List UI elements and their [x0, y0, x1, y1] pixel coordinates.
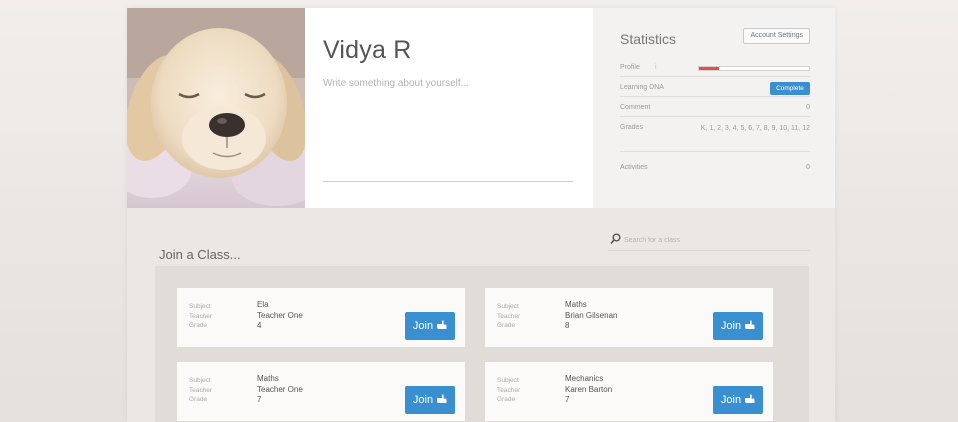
join-button[interactable]: Join [713, 312, 763, 340]
class-search[interactable] [608, 233, 810, 251]
stat-row-comment: Comment 0 [620, 104, 810, 117]
class-field-values: Maths Brian Gilsenan 8 [565, 300, 617, 332]
class-subject: Mechanics [565, 374, 604, 383]
stat-row-learning-dna: Learning DNA Complete [620, 82, 810, 97]
profile-progress-bar [698, 66, 810, 71]
grade-label: Grade [189, 396, 208, 403]
class-field-values: Maths Teacher One 7 [257, 374, 303, 406]
class-teacher: Brian Gilsenan [565, 310, 618, 320]
grade-label: Grade [497, 396, 516, 403]
join-button-label: Join [720, 394, 742, 406]
subject-label: Subject [497, 377, 519, 384]
class-field-values: Mechanics Karen Barton 7 [565, 374, 612, 406]
bio-underline [323, 181, 573, 182]
profile-name: Vidya R [323, 36, 412, 64]
activities-label: Activities [620, 164, 648, 171]
class-card: Subject Teacher Grade Mechanics Karen Ba… [485, 362, 773, 421]
class-subject: Ela [257, 300, 269, 309]
search-icon [610, 233, 621, 245]
class-card: Subject Teacher Grade Maths Brian Gilsen… [485, 288, 773, 347]
class-grade: 8 [565, 321, 570, 330]
info-icon: i [655, 64, 657, 71]
profile-progress-fill [699, 67, 719, 70]
class-field-labels: Subject Teacher Grade [189, 376, 212, 405]
class-card: Subject Teacher Grade Ela Teacher One 4 … [177, 288, 465, 347]
grades-value: K, 1, 2, 3, 4, 5, 6, 7, 8, 9, 10, 11, 12 [700, 125, 810, 132]
class-subject: Maths [565, 300, 587, 309]
teacher-label: Teacher [189, 386, 213, 394]
profile-card: Vidya R Write something about yourself..… [305, 8, 593, 208]
join-button-label: Join [412, 320, 434, 332]
class-grade: 7 [257, 395, 262, 404]
join-button-label: Join [412, 394, 434, 406]
teacher-label: Teacher [497, 386, 521, 394]
hand-pointer-icon [437, 393, 447, 403]
grade-label: Grade [497, 322, 516, 329]
join-button[interactable]: Join [405, 386, 455, 414]
class-card: Subject Teacher Grade Maths Teacher One … [177, 362, 465, 421]
profile-label: Profile [620, 64, 640, 71]
class-list-panel: Subject Teacher Grade Ela Teacher One 4 … [155, 266, 809, 422]
class-teacher: Karen Barton [565, 384, 613, 394]
grades-label: Grades [620, 124, 643, 131]
join-button[interactable]: Join [405, 312, 455, 340]
teacher-label: Teacher [189, 312, 213, 320]
class-teacher: Teacher One [257, 384, 303, 394]
statistics-card: Statistics Account Settings Profile i Le… [593, 8, 835, 208]
hand-pointer-icon [745, 319, 755, 329]
class-field-labels: Subject Teacher Grade [189, 302, 212, 331]
comment-label: Comment [620, 104, 651, 111]
subject-label: Subject [189, 377, 211, 384]
join-button-label: Join [720, 320, 742, 332]
comment-value: 0 [806, 104, 810, 111]
join-class-title: Join a Class... [159, 247, 241, 262]
class-grade: 7 [565, 395, 570, 404]
search-input[interactable] [624, 234, 804, 247]
teacher-label: Teacher [497, 312, 521, 320]
hand-pointer-icon [745, 393, 755, 403]
stat-row-activities: Activities 0 [620, 164, 810, 177]
learning-dna-label: Learning DNA [620, 84, 664, 91]
class-field-labels: Subject Teacher Grade [497, 302, 520, 331]
puppy-photo-image [127, 8, 305, 208]
class-field-values: Ela Teacher One 4 [257, 300, 303, 332]
account-settings-button[interactable]: Account Settings [743, 28, 810, 44]
class-grade: 4 [257, 321, 262, 330]
profile-photo[interactable] [127, 8, 305, 208]
subject-label: Subject [189, 303, 211, 310]
statistics-title: Statistics [620, 31, 677, 47]
class-subject: Maths [257, 374, 279, 383]
subject-label: Subject [497, 303, 519, 310]
class-teacher: Teacher One [257, 310, 303, 320]
join-button[interactable]: Join [713, 386, 763, 414]
app-frame: Vidya R Write something about yourself..… [127, 8, 835, 422]
grade-label: Grade [189, 322, 208, 329]
stat-row-profile: Profile i [620, 64, 810, 77]
profile-bio-field[interactable]: Write something about yourself... [323, 78, 469, 89]
class-field-labels: Subject Teacher Grade [497, 376, 520, 405]
complete-button[interactable]: Complete [770, 82, 810, 95]
stat-row-grades: Grades K, 1, 2, 3, 4, 5, 6, 7, 8, 9, 10,… [620, 124, 810, 152]
hand-pointer-icon [437, 319, 447, 329]
activities-value: 0 [806, 164, 810, 171]
